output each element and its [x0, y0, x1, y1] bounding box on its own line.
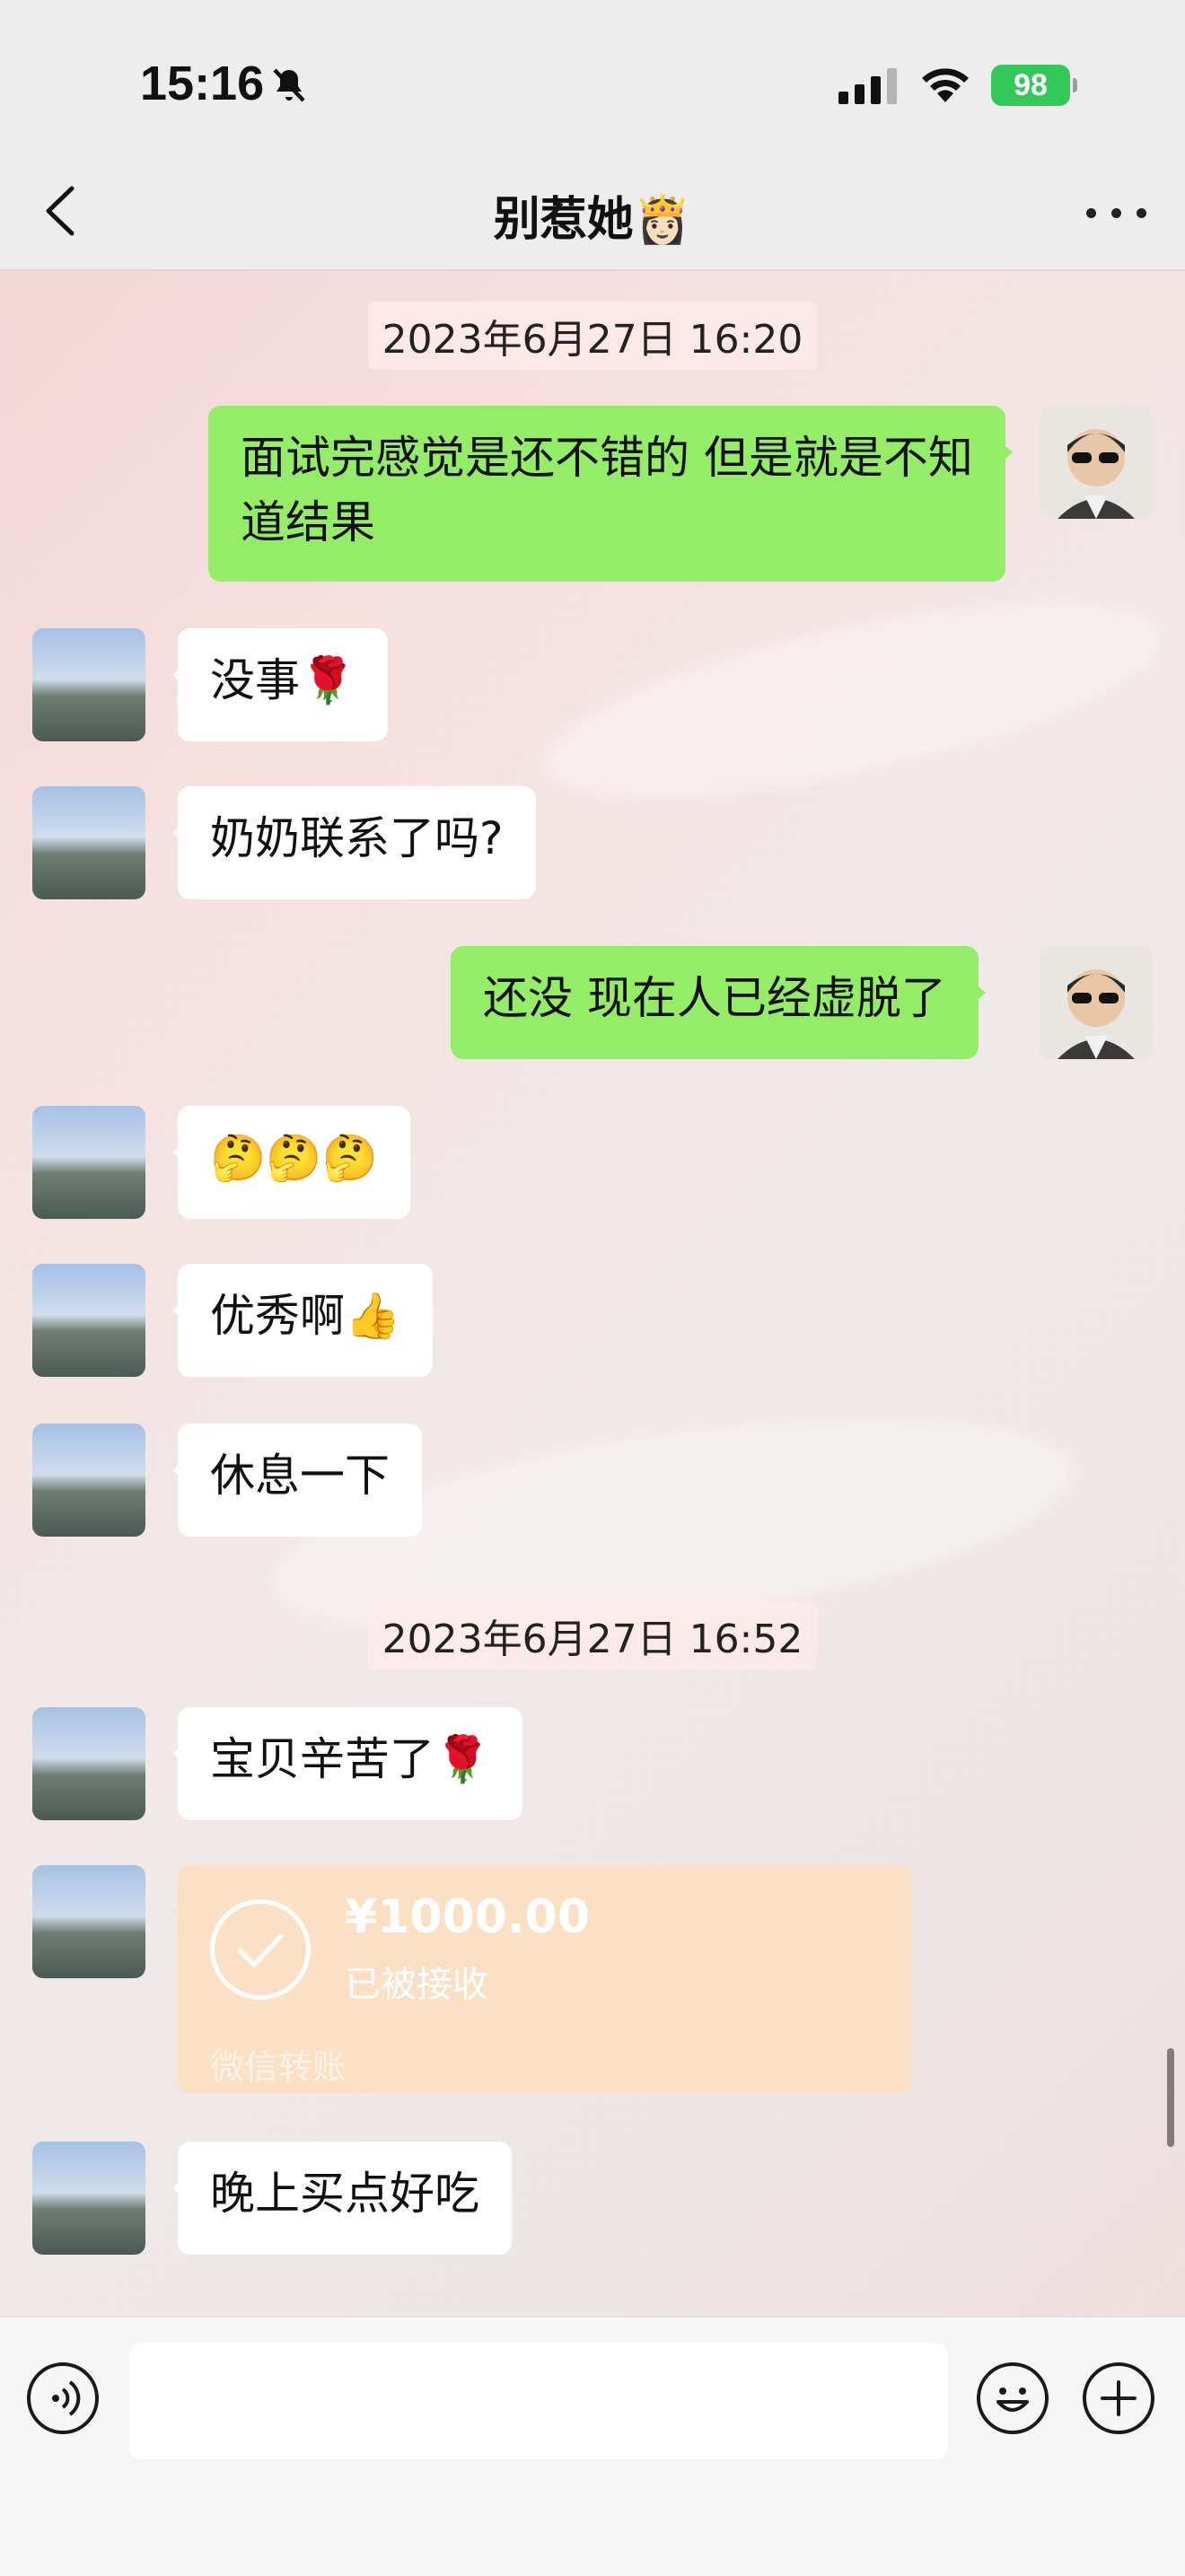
message-input[interactable]: [129, 2343, 948, 2459]
contact-avatar[interactable]: [32, 1424, 145, 1537]
status-bar: 15:16 98: [0, 0, 1185, 153]
input-bar: [0, 2316, 1185, 2576]
my-avatar[interactable]: [1040, 406, 1153, 519]
background-texture: [531, 564, 1175, 837]
message-bubble-sent[interactable]: 还没 现在人已经虚脱了: [451, 946, 986, 1059]
child-sunglasses-avatar: [1058, 429, 1135, 519]
add-plus-icon[interactable]: [1083, 2362, 1154, 2434]
transfer-card[interactable]: ¥1000.00 已被接收 微信转账: [172, 1865, 912, 2093]
child-sunglasses-avatar: [1058, 969, 1135, 1059]
checkmark-icon: [210, 1899, 311, 2000]
message-bubble-sent[interactable]: 面试完感觉是还不错的 但是就是不知道结果: [208, 406, 1013, 582]
message-bubble-received[interactable]: 没事🌹: [171, 628, 389, 741]
emoji-icon[interactable]: [977, 2362, 1049, 2434]
contact-avatar[interactable]: [32, 1264, 145, 1377]
scrollbar[interactable]: [1167, 2048, 1174, 2147]
message-bubble-received[interactable]: 休息一下: [172, 1424, 422, 1537]
transfer-amount: ¥1000.00: [345, 1890, 591, 1944]
contact-avatar[interactable]: [32, 1865, 145, 1978]
more-options-icon[interactable]: [1081, 183, 1153, 237]
wifi-icon: [922, 68, 969, 102]
status-time: 15:16: [140, 57, 265, 110]
contact-avatar[interactable]: [32, 786, 145, 899]
transfer-status: 已被接收: [345, 1964, 488, 2005]
chat-header: 别惹她👸🏻: [0, 153, 1185, 271]
timestamp: 2023年6月27日 16:52: [0, 1601, 1185, 1669]
message-bubble-received[interactable]: 晚上买点好吃: [172, 2142, 512, 2255]
contact-avatar[interactable]: [32, 1707, 145, 1820]
message-bubble-received[interactable]: 优秀啊👍: [171, 1264, 434, 1377]
battery-indicator: 98: [991, 65, 1077, 106]
contact-avatar[interactable]: [32, 628, 145, 741]
voice-input-icon[interactable]: [27, 2362, 99, 2434]
cellular-signal-icon: [838, 68, 897, 104]
message-bubble-received[interactable]: 宝贝辛苦了🌹: [171, 1707, 523, 1820]
my-avatar[interactable]: [1040, 946, 1153, 1059]
message-bubble-received[interactable]: 奶奶联系了吗?: [172, 786, 536, 899]
bell-muted-icon: [273, 68, 305, 102]
transfer-label: 微信转账: [210, 2047, 347, 2087]
timestamp: 2023年6月27日 16:20: [0, 302, 1185, 370]
message-bubble-received[interactable]: 🤔🤔🤔: [172, 1106, 410, 1219]
contact-avatar[interactable]: [32, 1106, 145, 1219]
contact-avatar[interactable]: [32, 2142, 145, 2255]
chat-title: 别惹她👸🏻: [493, 193, 692, 247]
